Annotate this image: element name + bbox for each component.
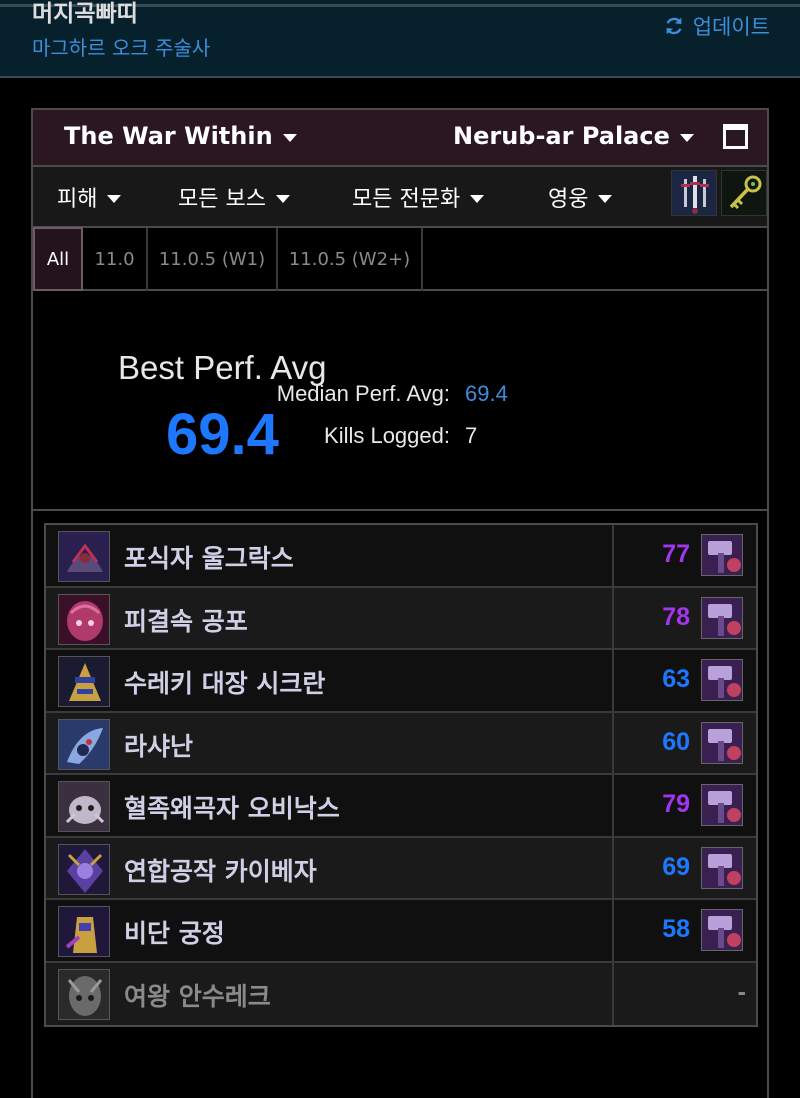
update-button[interactable]: 업데이트	[663, 11, 770, 41]
boss-table: 포식자 울그락스 77 피결속 공포 78 수레키 대장 시크란 63 라샤난 …	[44, 523, 758, 1027]
boss-score: 63	[662, 665, 690, 693]
boss-row[interactable]: 포식자 울그락스 77	[46, 525, 756, 588]
boss-name: 라샤난	[124, 731, 194, 761]
patch-tabs: All 11.0 11.0.5 (W1) 11.0.5 (W2+)	[33, 227, 767, 291]
zone-selector-bar: The War Within Nerub-ar Palace	[33, 110, 767, 167]
boss-name: 여왕 안수레크	[124, 981, 271, 1011]
boss-score: 60	[662, 727, 690, 756]
boss-portrait-icon	[58, 906, 110, 957]
chevron-down-icon	[282, 133, 297, 142]
boss-portrait-icon	[58, 656, 110, 707]
chevron-down-icon	[598, 194, 613, 203]
boss-name: 수레키 대장 시크란	[124, 669, 326, 698]
boss-row[interactable]: 라샤난 60	[46, 712, 756, 775]
tab-11-0-5-w1[interactable]: 11.0.5 (W1)	[148, 228, 278, 291]
spec-label: 모든 전문화	[352, 187, 461, 212]
boss-row[interactable]: 혈족왜곡자 오비낙스 79	[46, 775, 756, 838]
kills-logged-label: Kills Logged:	[324, 423, 450, 448]
metric-dropdown[interactable]: 피해	[57, 181, 122, 213]
kills-logged-row: Kills Logged: 7	[238, 423, 477, 449]
chevron-down-icon	[679, 133, 694, 142]
raid-swords-icon[interactable]	[671, 170, 717, 216]
boss-portrait-icon	[58, 968, 110, 1020]
character-subtitle[interactable]: 마그하르 오크 주술사	[32, 32, 210, 61]
boss-score: 58	[662, 915, 690, 943]
boss-name: 혈족왜곡자 오비낙스	[124, 794, 340, 823]
hammer-spell-icon	[701, 784, 743, 826]
hammer-spell-icon	[701, 596, 743, 639]
hammer-spell-icon	[701, 909, 743, 951]
performance-summary: Best Perf. Avg 69.4 Median Perf. Avg: 69.…	[33, 291, 767, 511]
hammer-spell-icon	[701, 534, 743, 576]
boss-score: -	[737, 977, 746, 1006]
metric-label: 피해	[57, 187, 98, 212]
refresh-icon	[666, 17, 682, 35]
boss-dropdown[interactable]: 모든 보스	[178, 181, 290, 213]
boss-portrait-icon	[58, 781, 110, 832]
tab-all[interactable]: All	[33, 227, 83, 291]
difficulty-label: 영웅	[548, 187, 589, 212]
boss-score: 79	[662, 790, 690, 818]
spec-dropdown[interactable]: 모든 전문화	[352, 181, 485, 213]
boss-row[interactable]: 비단 궁정 58	[46, 900, 756, 963]
filter-bar: 피해 모든 보스 모든 전문화 영웅	[33, 167, 767, 228]
hammer-spell-icon	[701, 721, 743, 764]
boss-score: 69	[662, 852, 690, 881]
chevron-down-icon	[107, 194, 122, 203]
chevron-down-icon	[275, 194, 290, 203]
boss-name: 연합공작 카이베자	[124, 856, 317, 886]
character-header: 머지곡빠띠 마그하르 오크 주술사 업데이트	[0, 0, 800, 78]
key-icon[interactable]	[721, 170, 767, 216]
hammer-spell-icon	[701, 846, 743, 889]
boss-portrait-icon	[58, 843, 110, 895]
column-divider	[612, 962, 614, 1025]
boss-score: 77	[662, 540, 690, 568]
chevron-down-icon	[470, 194, 485, 203]
zone-label: Nerub-ar Palace	[453, 122, 670, 150]
median-perf-label: Median Perf. Avg:	[276, 381, 450, 406]
boss-row[interactable]: 수레키 대장 시크란 63	[46, 650, 756, 713]
boss-score: 78	[662, 602, 690, 631]
boss-row[interactable]: 피결속 공포 78	[46, 587, 756, 650]
boss-portrait-icon	[58, 593, 110, 645]
zone-dropdown[interactable]: Nerub-ar Palace	[453, 122, 694, 150]
expansion-label: The War Within	[64, 122, 273, 150]
update-label: 업데이트	[692, 15, 770, 39]
expansion-dropdown[interactable]: The War Within	[64, 122, 297, 150]
boss-row[interactable]: 여왕 안수레크 -	[46, 962, 756, 1025]
boss-portrait-icon	[58, 718, 110, 770]
boss-name: 포식자 울그락스	[124, 544, 294, 573]
boss-name: 피결속 공포	[124, 606, 248, 636]
rankings-panel: The War Within Nerub-ar Palace 피해 모든 보스 …	[31, 108, 769, 1098]
tab-11-0-5-w2[interactable]: 11.0.5 (W2+)	[278, 228, 423, 291]
boss-portrait-icon	[58, 531, 110, 582]
character-name: 머지곡빠띠	[32, 1, 138, 27]
boss-filter-label: 모든 보스	[178, 187, 266, 212]
kills-logged-value: 7	[465, 423, 478, 448]
boss-name: 비단 궁정	[124, 919, 225, 948]
median-perf-value: 69.4	[465, 381, 508, 406]
tab-11-0[interactable]: 11.0	[83, 228, 148, 291]
boss-row[interactable]: 연합공작 카이베자 69	[46, 837, 756, 900]
maximize-icon[interactable]	[723, 124, 748, 149]
difficulty-dropdown[interactable]: 영웅	[548, 181, 613, 213]
median-perf-row: Median Perf. Avg: 69.4	[238, 381, 508, 407]
hammer-spell-icon	[701, 659, 743, 701]
